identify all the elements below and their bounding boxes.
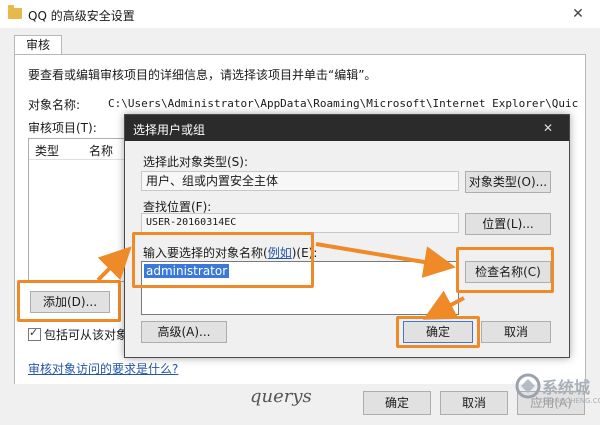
arrow-input-to-check — [315, 242, 456, 278]
annotation-arrows — [96, 242, 465, 320]
advanced-security-settings-window: QQ 的高级安全设置 ✕ 审核 要查看或编辑审核项目的详细信息，请选择该项目并单… — [0, 0, 600, 425]
arrow-add-to-input — [96, 246, 132, 282]
arrow-check-to-ok — [422, 290, 465, 320]
